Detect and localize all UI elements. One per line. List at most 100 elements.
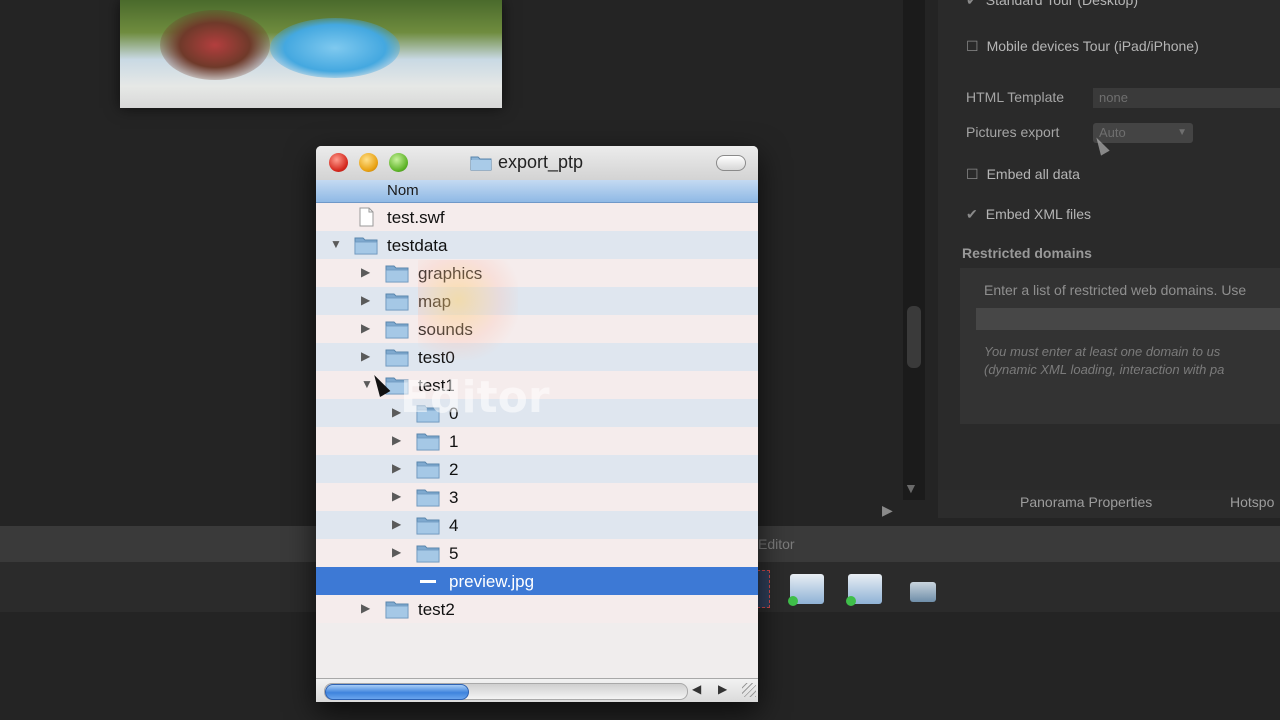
folder-row[interactable]: ▶ 3: [316, 483, 758, 511]
horizontal-scrollbar[interactable]: ◀ ▶: [316, 678, 758, 702]
disclosure-collapsed-icon[interactable]: ▶: [361, 349, 370, 363]
mobile-tour-label: Mobile devices Tour (iPad/iPhone): [986, 38, 1199, 54]
tab-hotspots[interactable]: Hotspo: [1230, 494, 1274, 510]
folder-icon: [416, 431, 440, 451]
folder-row[interactable]: ▶ 2: [316, 455, 758, 483]
standard-tour-option[interactable]: ✔ Standard Tour (Desktop): [966, 0, 1280, 20]
thumbnail-flowers: [160, 10, 270, 80]
column-header-label: Nom: [387, 182, 419, 199]
checkmark-icon: ✔: [966, 0, 978, 8]
folder-row[interactable]: ▶ 5: [316, 539, 758, 567]
background-scroll-thumb[interactable]: [907, 306, 921, 368]
folder-row[interactable]: ▶ 1: [316, 427, 758, 455]
folder-icon: [385, 319, 409, 339]
folder-icon: [416, 543, 440, 563]
export-settings-panel: ✔ Standard Tour (Desktop) ☐ Mobile devices…: [938, 0, 1280, 490]
restricted-domains-title: Restricted domains: [962, 245, 1092, 261]
folder-icon: [416, 459, 440, 479]
disclosure-collapsed-icon[interactable]: ▶: [392, 461, 401, 475]
disclosure-collapsed-icon[interactable]: ▶: [361, 321, 370, 335]
item-name: 3: [449, 488, 459, 507]
pictures-export-select[interactable]: Auto ▼: [1093, 123, 1193, 143]
folder-row[interactable]: ▶ map: [316, 287, 758, 315]
folder-row[interactable]: ▶ 0: [316, 399, 758, 427]
folder-icon: [354, 235, 378, 255]
embed-xml-files-option[interactable]: ✔ Embed XML files: [966, 206, 1280, 234]
disclosure-collapsed-icon[interactable]: ▶: [392, 545, 401, 559]
checkbox-icon: ☐: [966, 38, 979, 54]
mobile-tour-option[interactable]: ☐ Mobile devices Tour (iPad/iPhone): [966, 38, 1280, 66]
item-name: testdata: [387, 236, 448, 255]
pictures-export-value: Auto: [1099, 125, 1126, 140]
folder-row[interactable]: ▶ graphics: [316, 259, 758, 287]
item-name: 5: [449, 544, 459, 563]
pictures-export-label: Pictures export: [966, 124, 1060, 140]
folder-icon: [416, 515, 440, 535]
disclosure-collapsed-icon[interactable]: ▶: [361, 265, 370, 279]
item-name: test.swf: [387, 208, 445, 227]
window-title: export_ptp: [498, 152, 584, 172]
scroll-thumb[interactable]: [325, 684, 469, 700]
item-name: preview.jpg: [449, 572, 535, 591]
embed-xml-files-label: Embed XML files: [985, 206, 1092, 222]
item-name: graphics: [418, 264, 483, 283]
disclosure-collapsed-icon[interactable]: ▶: [392, 433, 401, 447]
item-name: test2: [418, 600, 455, 619]
folder-row[interactable]: ▶ sounds: [316, 315, 758, 343]
checkmark-icon: ✔: [966, 206, 978, 222]
disclosure-expanded-icon[interactable]: ▼: [330, 237, 342, 251]
item-name: 4: [449, 516, 459, 535]
file-row[interactable]: preview.jpg: [316, 567, 758, 595]
embed-all-data-label: Embed all data: [986, 166, 1080, 182]
folder-row[interactable]: ▶ 4: [316, 511, 758, 539]
disclosure-collapsed-icon[interactable]: ▶: [392, 405, 401, 419]
folder-icon: [416, 403, 440, 423]
file-row[interactable]: test.swf: [316, 203, 758, 231]
close-button[interactable]: [329, 153, 348, 172]
disclosure-collapsed-icon[interactable]: ▶: [392, 489, 401, 503]
restricted-domains-input[interactable]: [976, 308, 1280, 330]
disclosure-collapsed-icon[interactable]: ▶: [361, 601, 370, 615]
folder-icon: [385, 291, 409, 311]
item-name: sounds: [418, 320, 473, 339]
document-icon: [354, 207, 378, 227]
add-panorama-icon[interactable]: [788, 574, 824, 606]
column-header-name[interactable]: Nom: [316, 180, 758, 203]
disclosure-collapsed-icon[interactable]: ▶: [361, 293, 370, 307]
scroll-right-arrow-icon[interactable]: ▶: [718, 682, 727, 696]
folder-row[interactable]: ▶ test2: [316, 595, 758, 623]
folder-icon: [385, 599, 409, 619]
item-name: 0: [449, 404, 459, 423]
zoom-button[interactable]: [389, 153, 408, 172]
embed-all-data-option[interactable]: ☐ Embed all data: [966, 166, 1280, 194]
play-icon[interactable]: ▶: [882, 502, 893, 519]
background-tab-bar: Panorama Properties Hotspo: [938, 490, 1280, 518]
toolbar-toggle-button[interactable]: [716, 155, 746, 171]
background-scrollbar[interactable]: [903, 0, 925, 500]
folder-icon: [385, 347, 409, 367]
document-icon: [416, 571, 440, 591]
disclosure-collapsed-icon[interactable]: ▶: [392, 517, 401, 531]
item-name: 2: [449, 460, 459, 479]
checkbox-icon: ☐: [966, 166, 979, 182]
window-titlebar[interactable]: export_ptp: [316, 146, 758, 181]
restricted-domains-hint: Enter a list of restricted web domains. …: [984, 282, 1247, 298]
tab-panorama-properties[interactable]: Panorama Properties: [1020, 494, 1152, 510]
scroll-down-arrow-icon[interactable]: ▼: [904, 480, 918, 496]
restricted-domains-note-2: (dynamic XML loading, interaction with p…: [984, 362, 1225, 377]
folder-icon: [470, 156, 492, 171]
html-template-label: HTML Template: [966, 89, 1065, 105]
image-icon[interactable]: [910, 582, 936, 602]
html-template-field[interactable]: none: [1093, 88, 1280, 108]
item-name: map: [418, 292, 452, 311]
scroll-left-arrow-icon[interactable]: ◀: [692, 682, 701, 696]
item-name: test0: [418, 348, 455, 367]
resize-grip-icon[interactable]: [742, 683, 756, 697]
add-image-icon[interactable]: [846, 574, 882, 606]
folder-row[interactable]: ▶ test0: [316, 343, 758, 371]
panorama-thumbnail: [120, 0, 502, 108]
finder-window: export_ptp Nom test.swf ▼ testdata ▶ graphic…: [316, 146, 758, 702]
minimize-button[interactable]: [359, 153, 378, 172]
folder-row[interactable]: ▼ testdata: [316, 231, 758, 259]
item-name: 1: [449, 432, 459, 451]
